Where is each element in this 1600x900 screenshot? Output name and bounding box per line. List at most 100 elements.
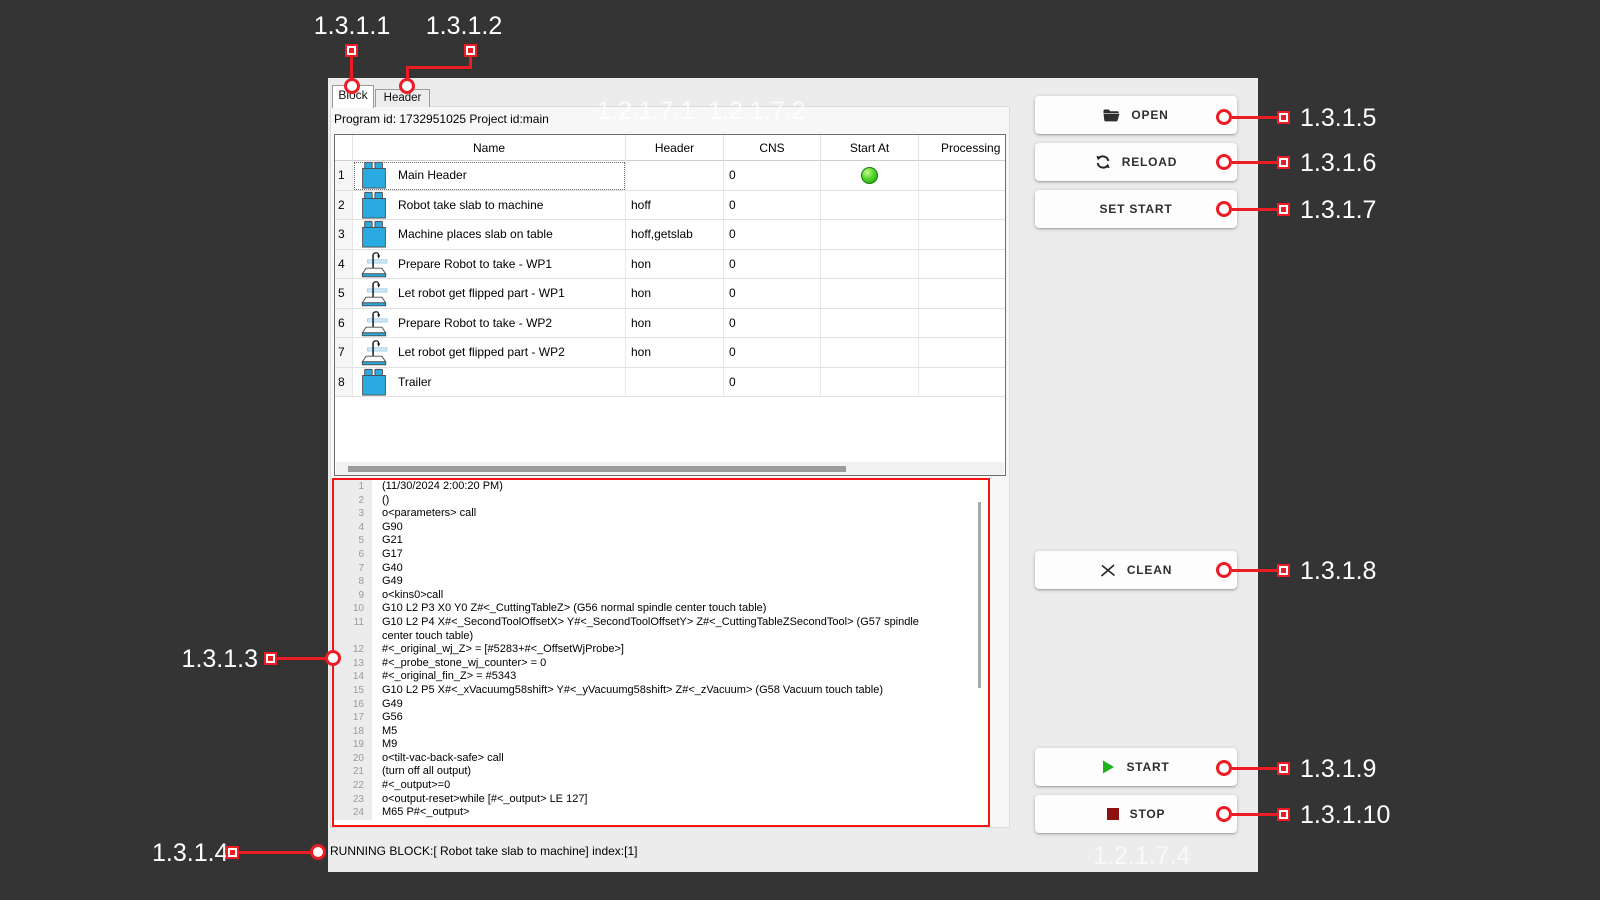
machine-icon: [359, 338, 389, 366]
table-row[interactable]: 2 Robot take slab to machine hoff 0: [335, 191, 1005, 221]
callout-anchor-circle: [344, 78, 360, 94]
blocks-table[interactable]: Name Header CNS Start At Processing 1 Ma…: [334, 134, 1006, 476]
block-header-value: [626, 161, 724, 191]
block-icon: [359, 191, 389, 219]
block-processing-cell: [919, 250, 1005, 280]
header-cell-header: Header: [626, 135, 724, 161]
table-body: 1 Main Header 0 2 Robot take slab to mac…: [335, 161, 1005, 397]
code-text: G49: [372, 698, 403, 712]
block-name: Trailer: [398, 375, 432, 389]
code-line: 5 G21: [334, 534, 988, 548]
line-number: 14: [334, 670, 372, 684]
set-start-button[interactable]: SET START: [1035, 190, 1237, 228]
code-text: #<_original_wj_Z> = [#5283+#<_OffsetWjPr…: [372, 643, 624, 657]
callout-anchor-circle: [1216, 201, 1232, 217]
code-lines: 1 (11/30/2024 2:00:20 PM) 2 () 3 o<param…: [334, 480, 988, 820]
row-number: 6: [335, 309, 353, 339]
block-startat-cell: [821, 191, 919, 221]
table-row[interactable]: 3 Machine places slab on table hoff,gets…: [335, 220, 1005, 250]
start-at-indicator: [861, 167, 878, 184]
clean-button[interactable]: CLEAN: [1035, 551, 1237, 589]
row-number: 4: [335, 250, 353, 280]
table-header-row: Name Header CNS Start At Processing: [335, 135, 1005, 161]
block-processing-cell: [919, 191, 1005, 221]
block-header-value: hon: [626, 279, 724, 309]
line-number: 23: [334, 793, 372, 807]
horizontal-scrollbar-thumb[interactable]: [348, 466, 846, 472]
code-line: 6 G17: [334, 548, 988, 562]
callout-label: 1.3.1.2: [425, 12, 503, 41]
start-button[interactable]: START: [1035, 748, 1237, 786]
code-panel[interactable]: 1 (11/30/2024 2:00:20 PM) 2 () 3 o<param…: [332, 478, 990, 827]
callout-connector: [1232, 208, 1277, 211]
code-text: o<output-reset>while [#<_output> LE 127]: [372, 793, 588, 807]
line-number: 8: [334, 575, 372, 589]
callout-connector: [277, 657, 327, 660]
code-text: G10 L2 P3 X0 Y0 Z#<_CuttingTableZ> (G56 …: [372, 602, 766, 616]
row-number: 7: [335, 338, 353, 368]
block-startat-cell: [821, 309, 919, 339]
table-row[interactable]: 4 Prepare Robot to take - WP1 hon 0: [335, 250, 1005, 280]
code-line: 9 o<kins0>call: [334, 589, 988, 603]
line-number: 10: [334, 602, 372, 616]
code-line: 1 (11/30/2024 2:00:20 PM): [334, 480, 988, 494]
line-number: 7: [334, 562, 372, 576]
line-number: 16: [334, 698, 372, 712]
callout-square: [1277, 156, 1290, 169]
callout-label: 1.3.1.1: [313, 12, 391, 41]
block-startat-cell: [821, 279, 919, 309]
callout-square: [226, 846, 239, 859]
table-row[interactable]: 8 Trailer 0: [335, 368, 1005, 398]
code-line: 10 G10 L2 P3 X0 Y0 Z#<_CuttingTableZ> (G…: [334, 602, 988, 616]
block-icon: [359, 368, 389, 396]
reload-button[interactable]: RELOAD: [1035, 143, 1237, 181]
header-cell-processing: Processing: [919, 135, 1005, 161]
code-text: o<kins0>call: [372, 589, 443, 603]
code-text: M65 P#<_output>: [372, 806, 469, 820]
vertical-scrollbar-thumb[interactable]: [978, 502, 981, 688]
machine-icon: [359, 250, 389, 278]
callout-connector: [1232, 161, 1277, 164]
callout-anchor-circle: [1216, 154, 1232, 170]
block-cns-value: 0: [724, 309, 821, 339]
status-bar-text: RUNNING BLOCK:[ Robot take slab to machi…: [330, 844, 637, 858]
callout-square: [345, 44, 358, 57]
block-startat-cell: [821, 161, 919, 191]
stop-button[interactable]: STOP: [1035, 795, 1237, 833]
callout-connector: [239, 851, 312, 854]
block-icon: [359, 220, 389, 248]
code-line: 11 G10 L2 P4 X#<_SecondToolOffsetX> Y#<_…: [334, 616, 988, 643]
table-row[interactable]: 1 Main Header 0: [335, 161, 1005, 191]
open-button[interactable]: OPEN: [1035, 96, 1237, 134]
table-row[interactable]: 6 Prepare Robot to take - WP2 hon 0: [335, 309, 1005, 339]
folder-icon: [1103, 109, 1120, 122]
block-name: Main Header: [398, 168, 467, 182]
code-line: 20 o<tilt-vac-back-safe> call: [334, 752, 988, 766]
callout-anchor-circle: [1216, 562, 1232, 578]
row-number: 1: [335, 161, 353, 191]
line-number: 6: [334, 548, 372, 562]
callout-anchor-circle: [310, 844, 326, 860]
screenshot-stage: Block Header Program id: 1732951025 Proj…: [0, 0, 1600, 900]
block-header-value: hoff,getslab: [626, 220, 724, 250]
reload-icon: [1095, 155, 1111, 169]
block-processing-cell: [919, 338, 1005, 368]
block-processing-cell: [919, 279, 1005, 309]
code-text: G21: [372, 534, 403, 548]
callout-anchor-circle: [1216, 109, 1232, 125]
callout-anchor-circle: [325, 650, 341, 666]
block-name: Prepare Robot to take - WP2: [398, 316, 552, 330]
code-line: 7 G40: [334, 562, 988, 576]
code-text: o<tilt-vac-back-safe> call: [372, 752, 504, 766]
code-line: 16 G49: [334, 698, 988, 712]
block-name: Let robot get flipped part - WP2: [398, 345, 565, 359]
callout-square: [1277, 564, 1290, 577]
horizontal-scrollbar[interactable]: [336, 462, 1004, 475]
table-row[interactable]: 7 Let robot get flipped part - WP2 hon 0: [335, 338, 1005, 368]
play-icon: [1102, 760, 1115, 774]
line-number: 24: [334, 806, 372, 820]
block-cns-value: 0: [724, 368, 821, 398]
callout-label: 1.3.1.10: [1300, 801, 1390, 830]
table-row[interactable]: 5 Let robot get flipped part - WP1 hon 0: [335, 279, 1005, 309]
callout-connector: [1232, 116, 1277, 119]
